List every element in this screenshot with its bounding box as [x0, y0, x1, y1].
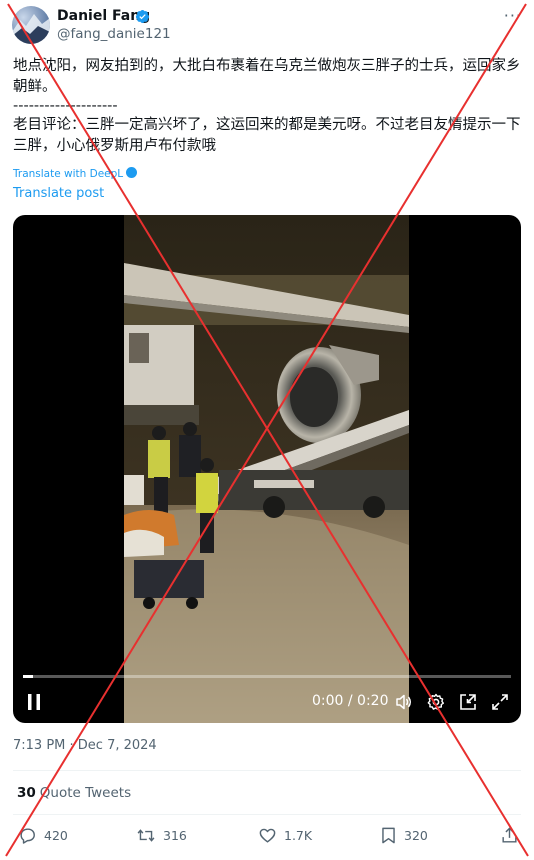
author-handle[interactable]: @fang_danie121: [57, 26, 171, 42]
bookmark-button[interactable]: 320: [380, 826, 428, 845]
reply-button[interactable]: 420: [18, 826, 68, 845]
translate-deepl-link[interactable]: Translate with DeepL: [13, 167, 138, 180]
bookmark-count: 320: [404, 828, 428, 843]
quote-label: Quote Tweets: [39, 785, 132, 801]
retweet-icon: [137, 829, 155, 842]
post-paragraph: 老目评论：三胖一定高兴坏了，这运回来的都是美元呀。不过老目友情提示一下三胖，小心…: [13, 117, 521, 154]
video-frame: [124, 215, 409, 723]
avatar[interactable]: [12, 6, 50, 44]
retweet-count: 316: [163, 828, 187, 843]
reply-icon: [20, 828, 35, 844]
gear-icon[interactable]: [427, 693, 445, 711]
quote-count: 30: [17, 785, 36, 801]
post-paragraph: 地点沈阳，网友拍到的，大批白布裹着在乌克兰做炮灰三胖子的士兵，运回家乡朝鲜。: [13, 58, 521, 95]
action-bar: 420 316 1.7K 320: [0, 826, 534, 850]
divider: [13, 770, 521, 771]
translate-post-link[interactable]: Translate post: [13, 186, 104, 201]
post-separator: --------------------: [13, 98, 118, 114]
post-text: 地点沈阳，网友拍到的，大批白布裹着在乌克兰做炮灰三胖子的士兵，运回家乡朝鲜。 -…: [13, 56, 523, 156]
retweet-button[interactable]: 316: [136, 826, 187, 845]
post-timestamp[interactable]: 7:13 PM · Dec 7, 2024: [13, 738, 157, 753]
picture-in-picture-icon[interactable]: [459, 693, 477, 711]
video-progress-bar[interactable]: [23, 675, 511, 678]
verified-badge-icon: [135, 9, 150, 24]
volume-icon[interactable]: [395, 693, 413, 711]
fullscreen-icon[interactable]: [491, 693, 509, 711]
reply-count: 420: [44, 828, 68, 843]
pause-icon[interactable]: [27, 693, 41, 711]
like-button[interactable]: 1.7K: [258, 826, 312, 845]
heart-icon: [259, 828, 276, 843]
deepl-icon: [126, 167, 138, 178]
bookmark-icon: [382, 827, 395, 844]
quote-tweets-stat[interactable]: 30 Quote Tweets: [17, 785, 131, 801]
post-header: Daniel Fang @fang_danie121 ···: [12, 6, 524, 46]
video-player[interactable]: 0:00 / 0:20: [13, 215, 521, 723]
like-count: 1.7K: [284, 828, 313, 843]
video-time-display: 0:00 / 0:20: [312, 693, 389, 709]
share-icon: [502, 827, 517, 843]
video-progress-fill: [23, 675, 33, 678]
more-options-icon[interactable]: ···: [504, 6, 522, 25]
translate-deepl-label: Translate with DeepL: [13, 168, 124, 180]
divider: [13, 814, 521, 815]
share-button[interactable]: [500, 826, 526, 845]
